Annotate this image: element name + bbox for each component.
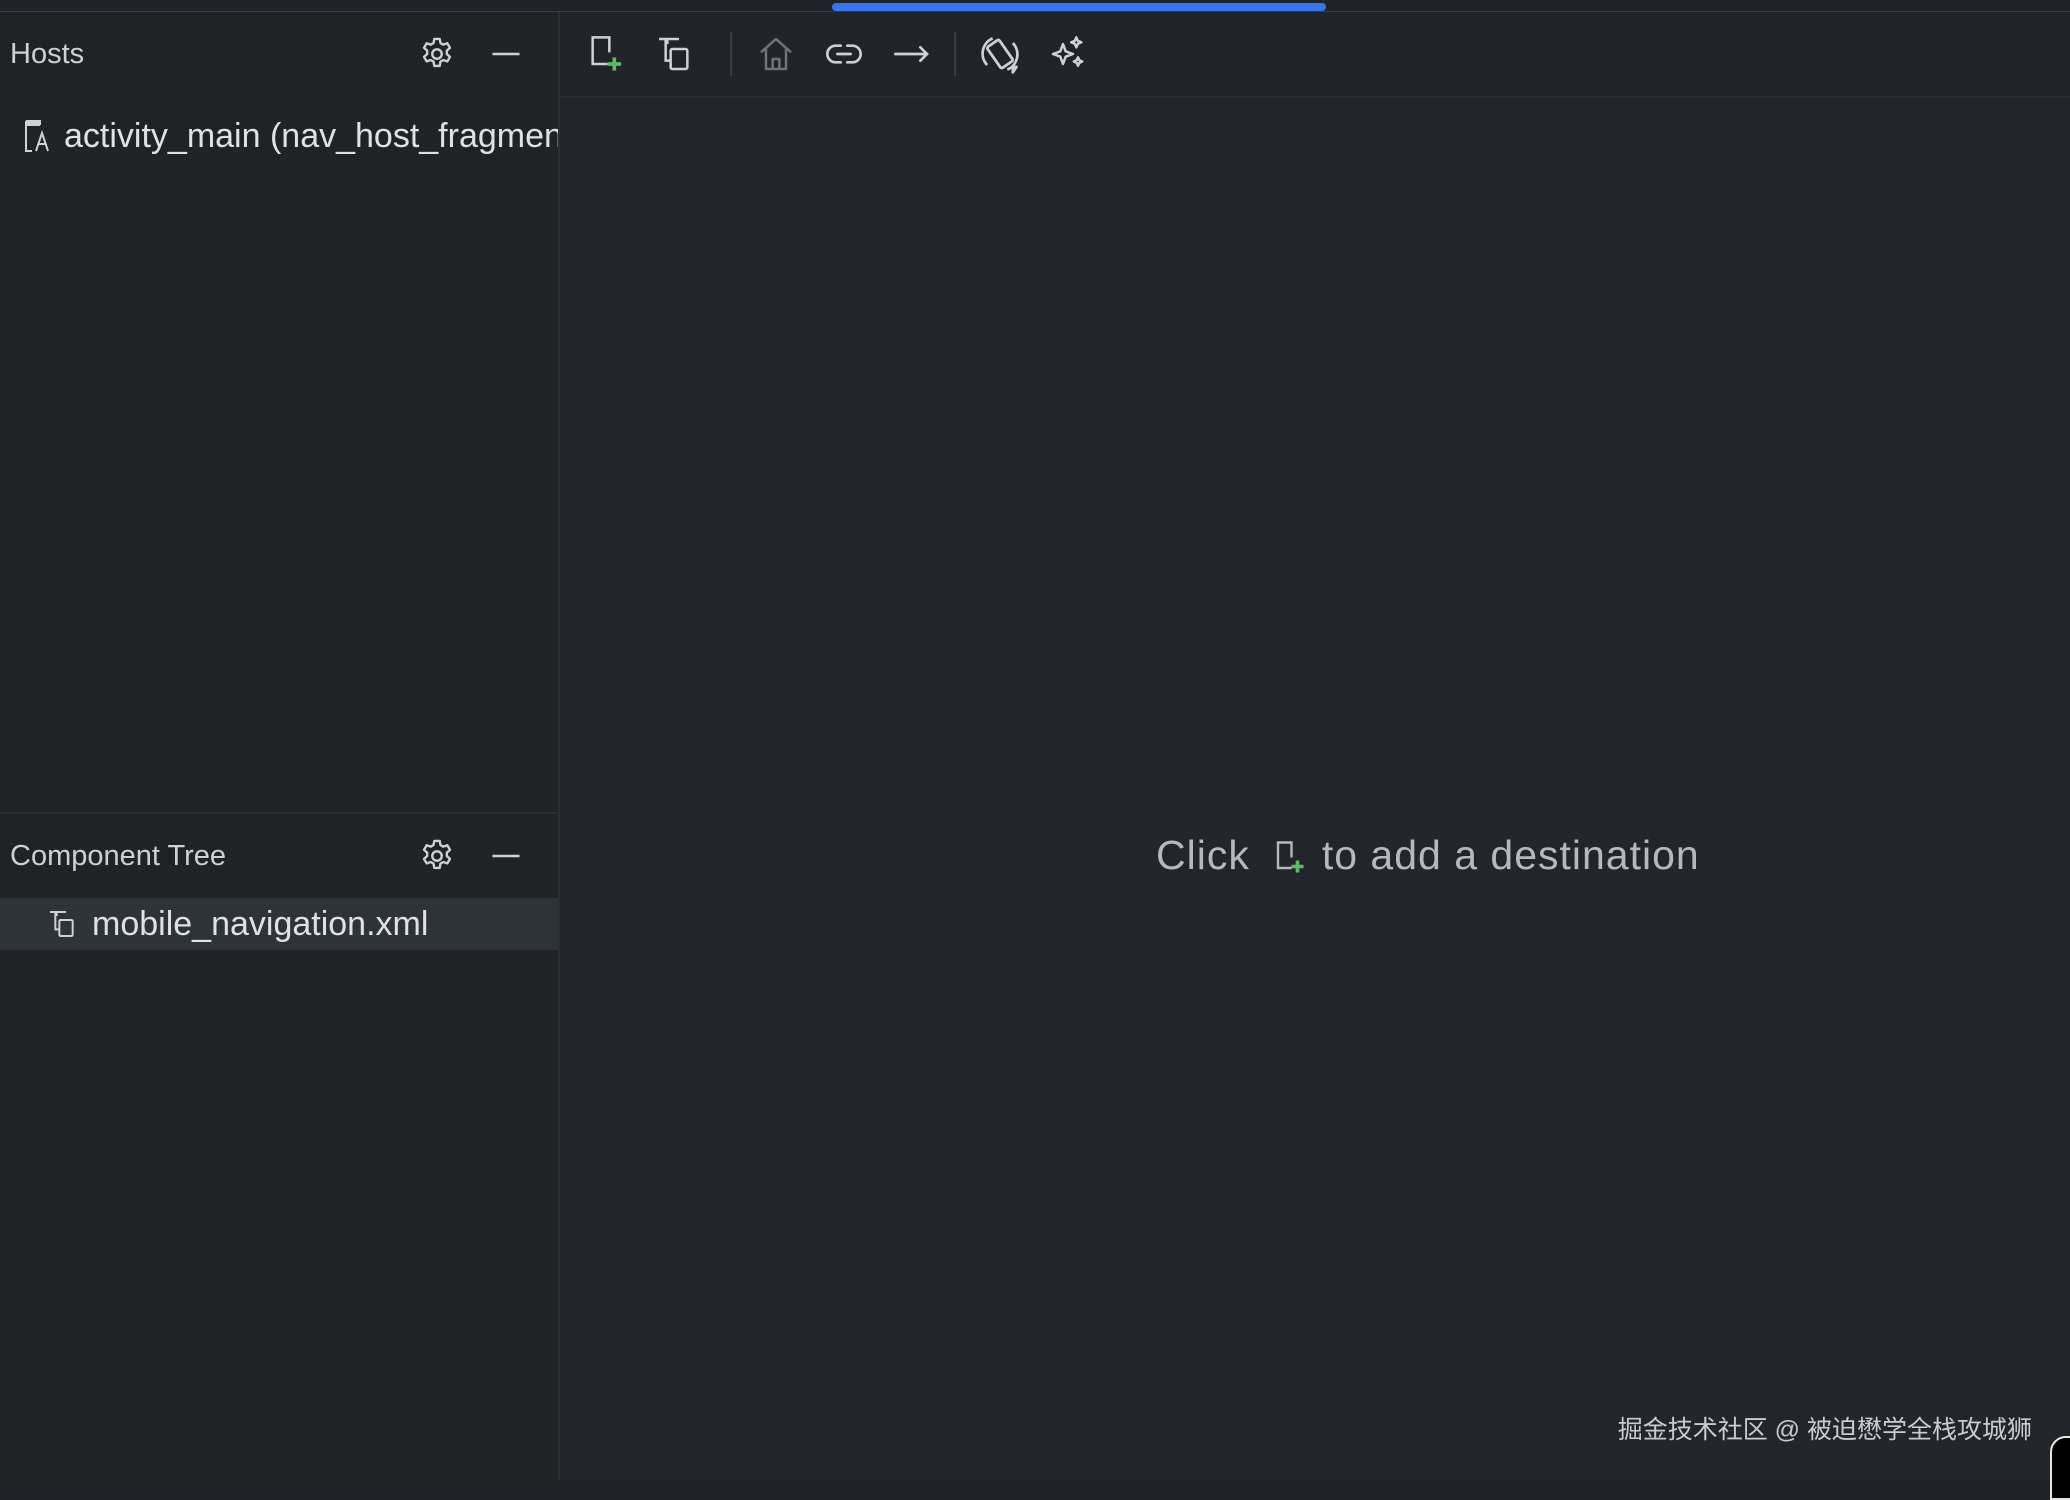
auto-arrange-button[interactable] [976, 30, 1024, 78]
left-sidebar: Hosts activity_main (nav_host_fragmen Co… [0, 12, 560, 1480]
nested-graph-button[interactable] [650, 30, 698, 78]
component-tree-item-label: mobile_navigation.xml [92, 904, 429, 943]
auto-arrange-icon [981, 37, 1019, 74]
navigation-graph-icon [46, 906, 78, 942]
minimize-icon [492, 854, 520, 858]
layout-file-icon [22, 118, 54, 154]
hint-prefix: Click [1156, 832, 1250, 878]
hosts-list-item[interactable]: activity_main (nav_host_fragmen [0, 110, 558, 162]
new-destination-icon [1270, 834, 1310, 878]
component-tree-item[interactable]: mobile_navigation.xml [0, 898, 558, 950]
gear-icon [422, 37, 452, 68]
navigation-toolbar [560, 12, 2070, 98]
window-top-bar [0, 0, 2070, 12]
component-tree-header: Component Tree [0, 814, 558, 898]
nested-graph-icon [659, 37, 689, 71]
new-destination-icon [591, 36, 621, 71]
hosts-settings-button[interactable] [413, 30, 461, 78]
component-tree-minimize-button[interactable] [482, 832, 530, 880]
minimize-icon [492, 52, 520, 56]
add-action-button[interactable] [888, 30, 936, 78]
arrow-right-icon [894, 46, 929, 63]
component-tree-settings-button[interactable] [413, 832, 461, 880]
new-destination-button[interactable] [582, 30, 630, 78]
deep-link-button[interactable] [820, 30, 868, 78]
assign-start-destination-button[interactable] [752, 30, 800, 78]
sparkle-icon [1051, 36, 1084, 67]
hosts-panel-header: Hosts [0, 12, 558, 96]
empty-canvas-hint: Click to add a destination [1156, 832, 1700, 879]
link-icon [826, 44, 862, 64]
hosts-item-label: activity_main (nav_host_fragmen [64, 116, 558, 155]
toolbar-separator [954, 32, 956, 76]
home-icon [760, 37, 792, 71]
hosts-minimize-button[interactable] [482, 30, 530, 78]
corner-widget [2050, 1436, 2070, 1500]
gear-icon [422, 839, 452, 870]
ai-assist-button[interactable] [1044, 30, 1092, 78]
toolbar-separator [730, 32, 732, 76]
watermark-text: 掘金技术社区 @ 被迫懋学全栈攻城狮 [1617, 1416, 2032, 1444]
hosts-panel-title: Hosts [10, 37, 85, 70]
loading-progress-bar [832, 3, 1326, 11]
hint-suffix: to add a destination [1321, 832, 1700, 878]
component-tree-title: Component Tree [10, 839, 227, 872]
navigation-editor: Click to add a destination [560, 12, 2070, 1480]
